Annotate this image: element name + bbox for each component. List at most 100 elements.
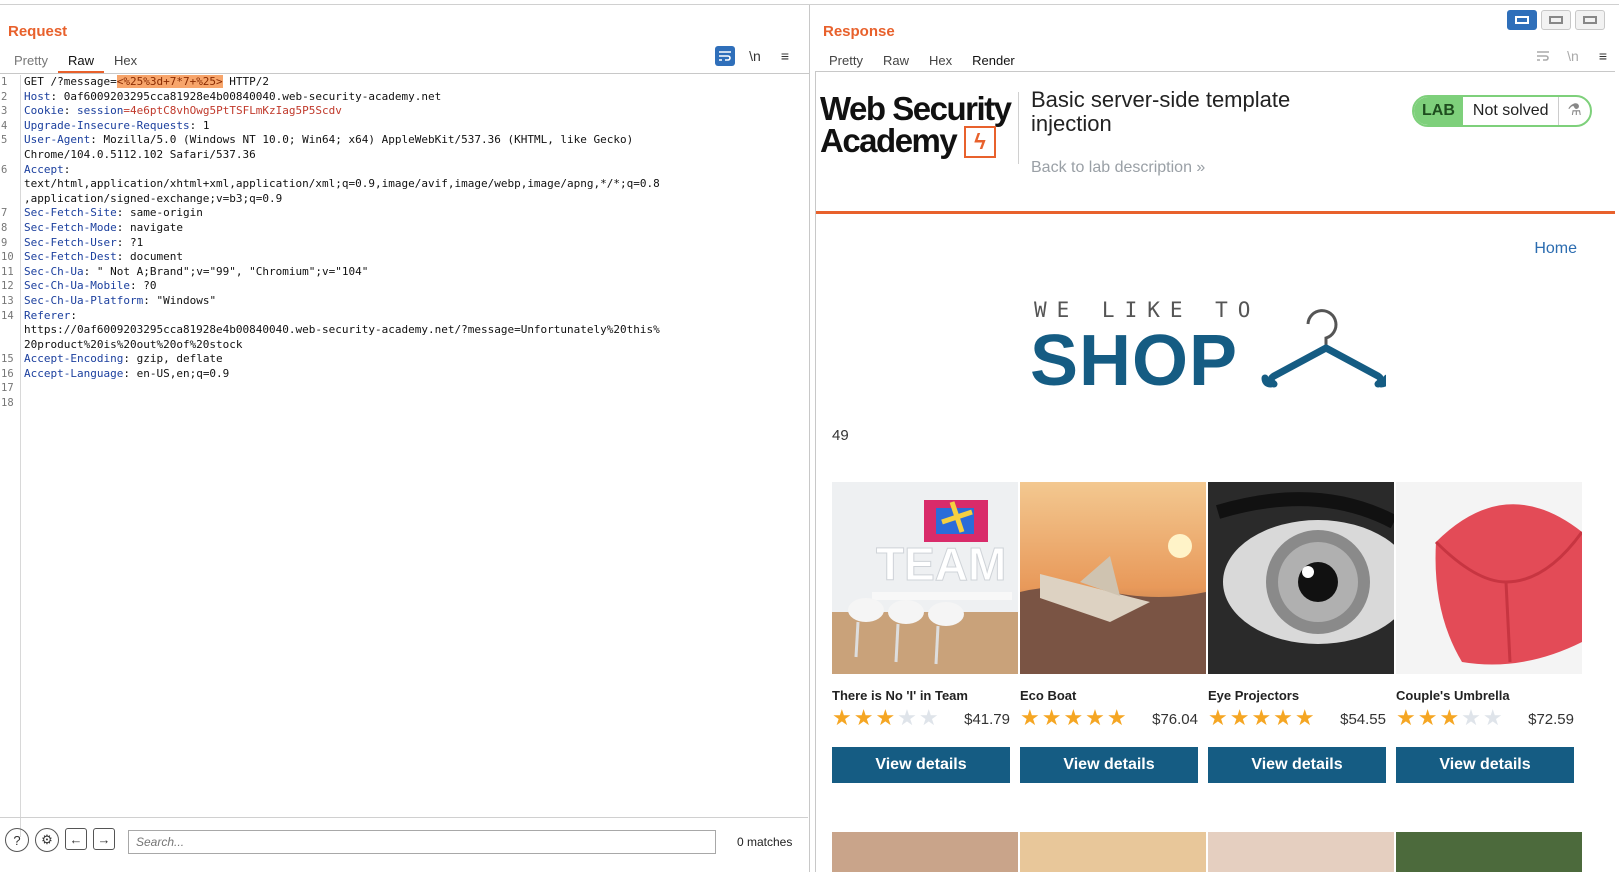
product-name: Eco Boat [1020, 688, 1077, 703]
star-rating: ★★★★★ [1396, 705, 1505, 730]
product-price: $76.04 [1152, 711, 1198, 728]
product-rating: ★★★★★ $76.04 [1020, 705, 1206, 731]
product-image[interactable] [1208, 832, 1394, 872]
product-name: Eye Projectors [1208, 688, 1300, 703]
wrap-icon[interactable] [715, 46, 735, 66]
shop-logo: WE LIKE TO SHOP [1030, 298, 1394, 401]
line-number: 16 [1, 367, 14, 380]
view-details-button[interactable]: View details [1208, 747, 1386, 783]
menu-icon[interactable]: ≡ [1593, 46, 1613, 66]
message-output: 49 [832, 427, 849, 444]
header-divider [1018, 92, 1019, 164]
layout-toggles [1507, 10, 1605, 30]
response-tabs: Pretty Raw Hex Render [819, 49, 1025, 73]
line-number: 5 [1, 134, 8, 147]
line-number: 6 [1, 163, 8, 176]
tab-hex[interactable]: Hex [919, 49, 962, 73]
line-number: 10 [1, 251, 14, 264]
product-card: Eco Boat ★★★★★ $76.04 View details [1020, 482, 1206, 783]
rendered-page: Web Security Academy ϟ Basic server-side… [815, 71, 1615, 872]
request-line: GET /?message=<%25%3d+7*7+%25> HTTP/2 [24, 75, 270, 88]
line-number: 11 [1, 265, 14, 278]
side-by-side-layout-icon[interactable] [1507, 10, 1537, 30]
header-accept-encoding: Accept-Encoding: gzip, deflate [24, 352, 223, 366]
request-footer: ? ⚙ ← → 0 matches [0, 817, 808, 872]
lab-title: Basic server-side template injection [1031, 87, 1291, 136]
product-card: Couple's Umbrella ★★★★★ $72.59 View deta… [1396, 482, 1582, 783]
header-accept: Accept: [24, 162, 71, 176]
help-icon[interactable]: ? [5, 828, 29, 852]
product-name: There is No 'I' in Team [832, 688, 968, 703]
product-image[interactable]: TEAM [832, 482, 1018, 674]
stacked-layout-icon[interactable] [1541, 10, 1571, 30]
tab-pretty[interactable]: Pretty [4, 49, 58, 73]
line-number [0, 192, 20, 207]
view-details-button[interactable]: View details [1020, 747, 1198, 783]
header-cookie: Cookie: session=4e6ptC8vhOwg5PtTSFLmKzIa… [24, 104, 342, 118]
line-number [0, 148, 20, 163]
line-number: 13 [1, 294, 14, 307]
flask-icon: ⚗ [1567, 102, 1582, 119]
header-sec-ch-ua-mobile: Sec-Ch-Ua-Mobile: ?0 [24, 279, 157, 293]
product-rating: ★★★★★ $41.79 [832, 705, 1018, 731]
header-accept-cont: ,application/signed-exchange;v=b3;q=0.9 [24, 191, 283, 205]
header-user-agent-cont: Chrome/104.0.5112.102 Safari/537.36 [24, 147, 256, 161]
product-image[interactable] [1208, 482, 1394, 674]
hanger-icon [1261, 309, 1386, 388]
tabbed-layout-icon[interactable] [1575, 10, 1605, 30]
tab-render[interactable]: Render [962, 49, 1025, 73]
line-number: 3 [1, 105, 8, 118]
line-number: 7 [1, 207, 8, 220]
forward-arrow-icon[interactable]: → [93, 828, 115, 850]
product-card: Eye Projectors ★★★★★ $54.55 View details [1208, 482, 1394, 783]
product-image[interactable] [1396, 482, 1582, 674]
tab-pretty[interactable]: Pretty [819, 49, 873, 73]
empty-line [24, 396, 804, 411]
menu-icon[interactable]: ≡ [775, 46, 795, 66]
request-tabs: Pretty Raw Hex [4, 49, 147, 73]
payload-highlight: <%25%3d+7*7+%25> [116, 75, 223, 88]
tabs-divider [0, 73, 809, 74]
tab-hex[interactable]: Hex [104, 49, 147, 73]
tab-raw[interactable]: Raw [57, 49, 104, 73]
star-rating: ★★★★★ [1020, 705, 1129, 730]
footer-icons: ? ⚙ ← → [5, 828, 115, 852]
back-arrow-icon[interactable]: ← [65, 828, 87, 850]
line-number [0, 338, 20, 353]
product-price: $72.59 [1528, 711, 1574, 728]
product-image[interactable] [1020, 482, 1206, 674]
line-number: 8 [1, 221, 8, 234]
response-title: Response [823, 23, 895, 40]
line-number: 12 [1, 280, 14, 293]
header-sec-fetch-dest: Sec-Fetch-Dest: document [24, 250, 183, 264]
request-toolbar: \n ≡ [715, 46, 795, 66]
match-count: 0 matches [737, 835, 793, 849]
product-image[interactable] [832, 832, 1018, 872]
header-referer: Referer: [24, 308, 77, 322]
request-editor[interactable]: 1 2 3 4 5 6 7 8 9 10 11 12 13 14 15 16 1… [0, 75, 808, 837]
settings-icon[interactable]: ⚙ [35, 828, 59, 852]
tab-raw[interactable]: Raw [873, 49, 919, 73]
home-link[interactable]: Home [1534, 240, 1577, 258]
view-details-button[interactable]: View details [1396, 747, 1574, 783]
response-toolbar: \n ≡ [1533, 46, 1613, 66]
empty-line [24, 381, 804, 396]
header-upgrade: Upgrade-Insecure-Requests: 1 [24, 118, 210, 132]
back-to-lab-link[interactable]: Back to lab description » [1031, 159, 1205, 177]
header-sec-fetch-site: Sec-Fetch-Site: same-origin [24, 206, 203, 220]
product-image[interactable] [1020, 832, 1206, 872]
web-security-academy-logo[interactable]: Web Security Academy ϟ [820, 90, 1020, 160]
wrap-icon [1533, 46, 1553, 66]
search-input[interactable] [128, 830, 716, 854]
header-referer-cont: https://0af6009203295cca81928e4b00840040… [24, 323, 660, 337]
star-rating: ★★★★★ [1208, 705, 1317, 730]
line-number-gutter: 1 2 3 4 5 6 7 8 9 10 11 12 13 14 15 16 1… [0, 75, 21, 837]
line-number: 2 [1, 90, 8, 103]
newline-toggle[interactable]: \n [745, 46, 765, 66]
lightning-icon: ϟ [964, 126, 996, 158]
star-rating: ★★★★★ [832, 705, 941, 730]
view-details-button[interactable]: View details [832, 747, 1010, 783]
line-number: 1 [1, 76, 8, 88]
product-image[interactable] [1396, 832, 1582, 872]
product-grid: TEAM There is No 'I' in Team ★★★★★ $41.7… [832, 482, 1615, 792]
